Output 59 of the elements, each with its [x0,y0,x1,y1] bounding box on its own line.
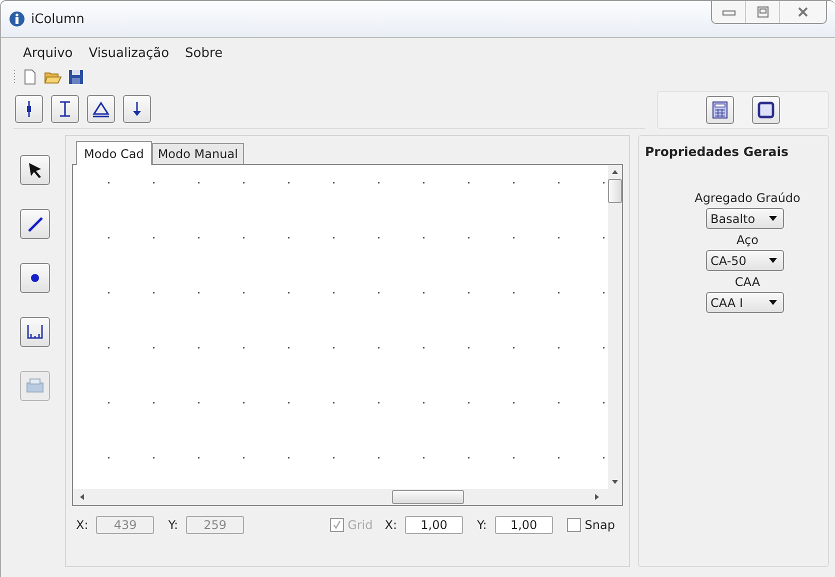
snap-checkbox[interactable]: Snap [566,518,615,532]
bracket-icon [26,324,44,340]
field-label: Agregado Graúdo [694,191,800,205]
column-button[interactable] [15,95,43,123]
minimize-icon [722,8,736,16]
y-label: Y: [168,518,178,532]
square-frame-icon [757,101,775,119]
scroll-right-icon [594,493,600,501]
field-label: Aço [736,233,758,247]
load-arrow-button[interactable] [123,95,151,123]
grid-y-field[interactable]: 1,00 [494,516,553,534]
scroll-left-icon [79,493,85,501]
menu-item[interactable]: Arquivo [23,46,73,61]
tab[interactable]: Modo Manual [152,143,244,164]
dropdown[interactable]: CA-50 [706,250,784,271]
triangle-button[interactable] [87,95,115,123]
dropdown-arrow-icon [768,258,776,263]
new-file-icon[interactable] [22,69,38,85]
dropdown-arrow-icon [768,300,776,305]
beam-button[interactable] [51,95,79,123]
dot-icon [30,273,40,283]
arrow-cursor-icon [26,161,44,179]
check-icon [332,520,342,530]
maximize-icon [756,6,768,18]
grid-x-label: X: [384,518,398,532]
frame-button[interactable] [752,96,780,124]
x-label: X: [76,518,88,532]
dropdown-arrow-icon [768,216,776,221]
menu-item[interactable]: Sobre [185,46,223,61]
printer-icon [26,378,44,394]
scroll-up-icon [611,169,619,175]
dropdown[interactable]: CAA I [706,292,784,313]
grid-x-field[interactable]: 1,00 [405,516,464,534]
tab[interactable]: Modo Cad [76,141,152,165]
grid-y-label: Y: [477,518,487,532]
close-icon [797,6,809,18]
field-label: CAA [734,275,760,289]
tool-button[interactable] [20,317,50,347]
menu-item[interactable]: Visualização [88,46,170,61]
dropdown[interactable]: Basalto [706,208,784,229]
triangle-icon [92,100,110,118]
scroll-thumb[interactable] [608,179,622,203]
calculator-button[interactable] [706,96,734,124]
window-title: iColumn [31,12,84,26]
tool-button[interactable] [20,263,50,293]
scroll-down-icon [611,479,619,485]
panel-title: Propriedades Gerais [645,144,788,159]
column-icon [24,100,34,118]
horizontal-scrollbar[interactable] [73,489,622,505]
app-icon [9,11,25,27]
scroll-thumb[interactable] [392,490,464,504]
tool-button[interactable] [20,155,50,185]
save-icon[interactable] [68,69,84,85]
down-arrow-icon [131,100,143,118]
calculator-icon [712,101,728,119]
vertical-scrollbar[interactable] [608,165,622,489]
line-icon [26,215,44,233]
tool-button[interactable] [20,209,50,239]
i-beam-icon [57,100,73,118]
